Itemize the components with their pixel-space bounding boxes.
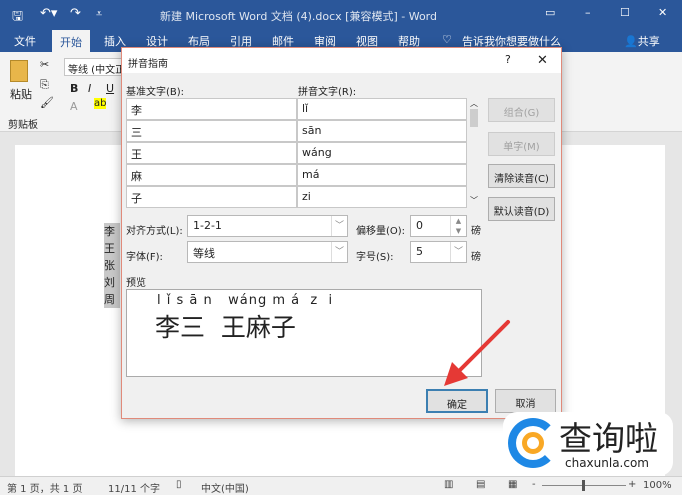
watermark-logo-icon: [508, 418, 558, 468]
proofing-icon[interactable]: ▯: [176, 479, 182, 490]
word-count[interactable]: 11/11 个字: [108, 480, 160, 495]
zoom-out-button[interactable]: -: [532, 479, 536, 490]
zoom-level[interactable]: 100%: [643, 480, 672, 491]
arrow-shaft: [456, 320, 510, 374]
web-layout-icon[interactable]: ▦: [508, 479, 517, 490]
page-count[interactable]: 第 1 页，共 1 页: [7, 480, 82, 495]
language[interactable]: 中文(中国): [201, 480, 249, 495]
zoom-slider-thumb[interactable]: [582, 480, 585, 491]
watermark-domain: chaxunla.com: [565, 456, 649, 470]
read-mode-icon[interactable]: ▥: [444, 479, 453, 490]
watermark: 查询啦 chaxunla.com: [503, 412, 673, 476]
status-bar: 第 1 页，共 1 页 11/11 个字 ▯ 中文(中国) ▥ ▤ ▦ - + …: [0, 476, 682, 495]
print-layout-icon[interactable]: ▤: [476, 479, 485, 490]
zoom-in-button[interactable]: +: [628, 479, 636, 490]
watermark-text: 查询啦: [559, 419, 658, 458]
